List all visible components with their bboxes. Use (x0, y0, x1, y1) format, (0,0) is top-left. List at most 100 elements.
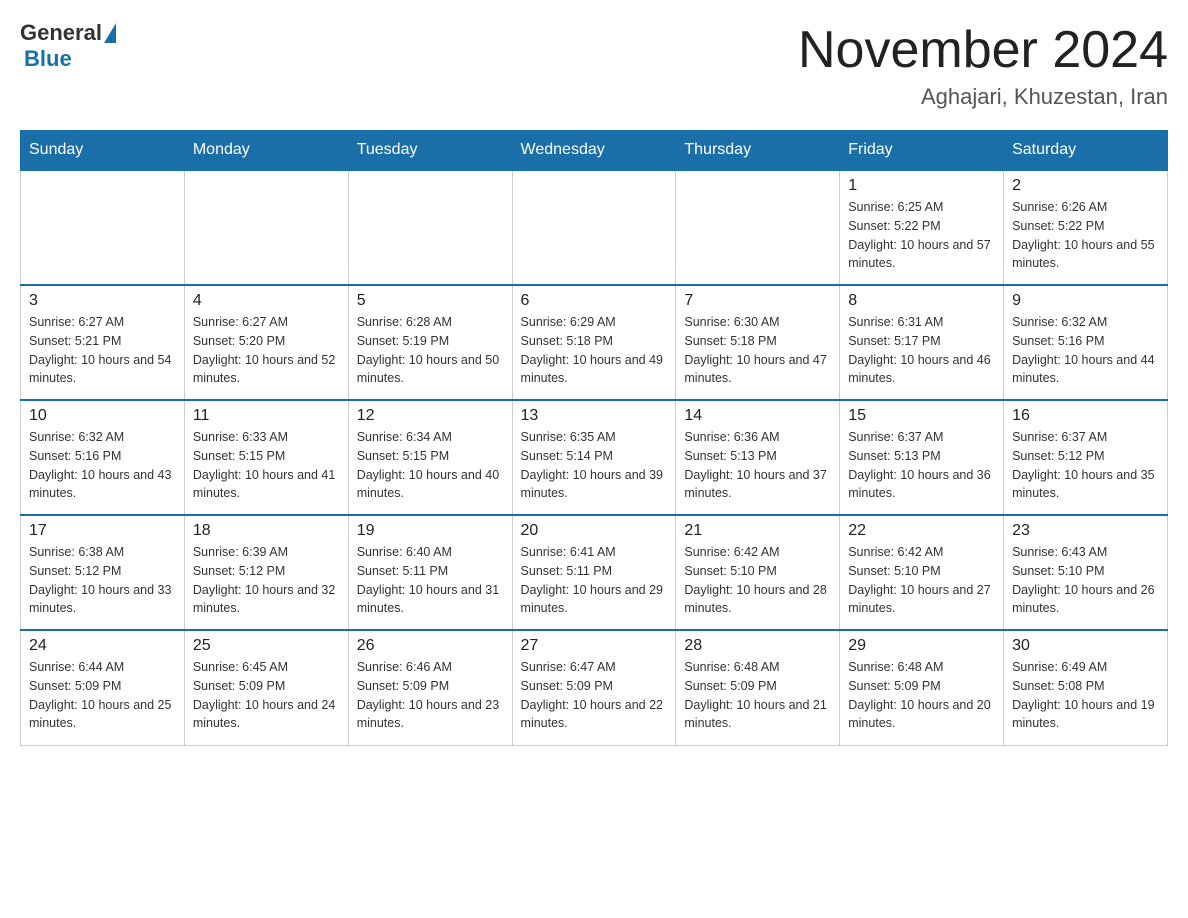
day-number: 30 (1012, 637, 1159, 655)
calendar-cell (184, 170, 348, 285)
calendar-cell: 21 Sunrise: 6:42 AMSunset: 5:10 PMDayligh… (676, 515, 840, 630)
calendar-cell: 7 Sunrise: 6:30 AMSunset: 5:18 PMDaylight… (676, 285, 840, 400)
week-row-1: 1 Sunrise: 6:25 AMSunset: 5:22 PMDaylight… (21, 170, 1168, 285)
day-info: Sunrise: 6:39 AMSunset: 5:12 PMDaylight:… (193, 543, 340, 618)
day-number: 13 (521, 407, 668, 425)
day-info: Sunrise: 6:45 AMSunset: 5:09 PMDaylight:… (193, 658, 340, 733)
day-number: 7 (684, 292, 831, 310)
day-number: 12 (357, 407, 504, 425)
calendar-header-row: Sunday Monday Tuesday Wednesday Thursday… (21, 131, 1168, 171)
day-info: Sunrise: 6:26 AMSunset: 5:22 PMDaylight:… (1012, 198, 1159, 273)
calendar-subtitle: Aghajari, Khuzestan, Iran (798, 84, 1168, 110)
day-info: Sunrise: 6:46 AMSunset: 5:09 PMDaylight:… (357, 658, 504, 733)
day-info: Sunrise: 6:29 AMSunset: 5:18 PMDaylight:… (521, 313, 668, 388)
day-info: Sunrise: 6:38 AMSunset: 5:12 PMDaylight:… (29, 543, 176, 618)
day-info: Sunrise: 6:27 AMSunset: 5:20 PMDaylight:… (193, 313, 340, 388)
day-info: Sunrise: 6:33 AMSunset: 5:15 PMDaylight:… (193, 428, 340, 503)
day-info: Sunrise: 6:34 AMSunset: 5:15 PMDaylight:… (357, 428, 504, 503)
calendar-cell: 14 Sunrise: 6:36 AMSunset: 5:13 PMDayligh… (676, 400, 840, 515)
day-info: Sunrise: 6:37 AMSunset: 5:12 PMDaylight:… (1012, 428, 1159, 503)
day-number: 16 (1012, 407, 1159, 425)
day-number: 25 (193, 637, 340, 655)
day-number: 29 (848, 637, 995, 655)
day-number: 1 (848, 177, 995, 195)
day-number: 3 (29, 292, 176, 310)
calendar-cell: 4 Sunrise: 6:27 AMSunset: 5:20 PMDaylight… (184, 285, 348, 400)
day-number: 26 (357, 637, 504, 655)
calendar-cell: 10 Sunrise: 6:32 AMSunset: 5:16 PMDayligh… (21, 400, 185, 515)
day-number: 15 (848, 407, 995, 425)
title-area: November 2024 Aghajari, Khuzestan, Iran (798, 20, 1168, 110)
header-monday: Monday (184, 131, 348, 171)
calendar-cell: 1 Sunrise: 6:25 AMSunset: 5:22 PMDaylight… (840, 170, 1004, 285)
day-number: 8 (848, 292, 995, 310)
calendar-cell (512, 170, 676, 285)
calendar-cell: 11 Sunrise: 6:33 AMSunset: 5:15 PMDayligh… (184, 400, 348, 515)
day-info: Sunrise: 6:47 AMSunset: 5:09 PMDaylight:… (521, 658, 668, 733)
calendar-cell: 18 Sunrise: 6:39 AMSunset: 5:12 PMDayligh… (184, 515, 348, 630)
calendar-cell: 5Sunrise: 6:28 AMSunset: 5:19 PMDaylight… (348, 285, 512, 400)
logo-general: General (20, 20, 102, 46)
calendar-cell: 6 Sunrise: 6:29 AMSunset: 5:18 PMDaylight… (512, 285, 676, 400)
calendar-cell: 28 Sunrise: 6:48 AMSunset: 5:09 PMDayligh… (676, 630, 840, 745)
day-number: 14 (684, 407, 831, 425)
day-info: Sunrise: 6:31 AMSunset: 5:17 PMDaylight:… (848, 313, 995, 388)
day-number: 9 (1012, 292, 1159, 310)
page-header: General Blue November 2024 Aghajari, Khu… (20, 20, 1168, 110)
header-friday: Friday (840, 131, 1004, 171)
header-sunday: Sunday (21, 131, 185, 171)
day-info: Sunrise: 6:36 AMSunset: 5:13 PMDaylight:… (684, 428, 831, 503)
week-row-3: 10 Sunrise: 6:32 AMSunset: 5:16 PMDayligh… (21, 400, 1168, 515)
day-info: Sunrise: 6:27 AMSunset: 5:21 PMDaylight:… (29, 313, 176, 388)
day-number: 19 (357, 522, 504, 540)
logo-blue: Blue (24, 46, 72, 71)
day-info: Sunrise: 6:32 AMSunset: 5:16 PMDaylight:… (29, 428, 176, 503)
header-thursday: Thursday (676, 131, 840, 171)
day-number: 21 (684, 522, 831, 540)
day-number: 18 (193, 522, 340, 540)
calendar-cell: 26 Sunrise: 6:46 AMSunset: 5:09 PMDayligh… (348, 630, 512, 745)
day-number: 24 (29, 637, 176, 655)
calendar-cell: 22Sunrise: 6:42 AMSunset: 5:10 PMDayligh… (840, 515, 1004, 630)
calendar-cell: 29 Sunrise: 6:48 AMSunset: 5:09 PMDayligh… (840, 630, 1004, 745)
day-number: 11 (193, 407, 340, 425)
calendar-cell (676, 170, 840, 285)
day-number: 4 (193, 292, 340, 310)
day-info: Sunrise: 6:49 AMSunset: 5:08 PMDaylight:… (1012, 658, 1159, 733)
header-wednesday: Wednesday (512, 131, 676, 171)
header-tuesday: Tuesday (348, 131, 512, 171)
calendar-cell: 2Sunrise: 6:26 AMSunset: 5:22 PMDaylight… (1004, 170, 1168, 285)
calendar-cell: 20Sunrise: 6:41 AMSunset: 5:11 PMDayligh… (512, 515, 676, 630)
calendar-title: November 2024 (798, 20, 1168, 80)
day-number: 28 (684, 637, 831, 655)
calendar-cell: 24 Sunrise: 6:44 AMSunset: 5:09 PMDayligh… (21, 630, 185, 745)
calendar-cell: 12 Sunrise: 6:34 AMSunset: 5:15 PMDayligh… (348, 400, 512, 515)
day-info: Sunrise: 6:25 AMSunset: 5:22 PMDaylight:… (848, 198, 995, 273)
day-info: Sunrise: 6:43 AMSunset: 5:10 PMDaylight:… (1012, 543, 1159, 618)
day-number: 23 (1012, 522, 1159, 540)
day-number: 10 (29, 407, 176, 425)
day-info: Sunrise: 6:42 AMSunset: 5:10 PMDaylight:… (684, 543, 831, 618)
calendar-cell: 9Sunrise: 6:32 AMSunset: 5:16 PMDaylight… (1004, 285, 1168, 400)
day-number: 5 (357, 292, 504, 310)
calendar-table: Sunday Monday Tuesday Wednesday Thursday… (20, 130, 1168, 746)
calendar-cell: 8 Sunrise: 6:31 AMSunset: 5:17 PMDaylight… (840, 285, 1004, 400)
calendar-cell (21, 170, 185, 285)
day-number: 6 (521, 292, 668, 310)
calendar-cell: 19Sunrise: 6:40 AMSunset: 5:11 PMDayligh… (348, 515, 512, 630)
week-row-2: 3 Sunrise: 6:27 AMSunset: 5:21 PMDaylight… (21, 285, 1168, 400)
day-info: Sunrise: 6:30 AMSunset: 5:18 PMDaylight:… (684, 313, 831, 388)
week-row-4: 17Sunrise: 6:38 AMSunset: 5:12 PMDayligh… (21, 515, 1168, 630)
day-number: 20 (521, 522, 668, 540)
calendar-cell: 15 Sunrise: 6:37 AMSunset: 5:13 PMDayligh… (840, 400, 1004, 515)
day-number: 22 (848, 522, 995, 540)
day-info: Sunrise: 6:48 AMSunset: 5:09 PMDaylight:… (848, 658, 995, 733)
day-info: Sunrise: 6:48 AMSunset: 5:09 PMDaylight:… (684, 658, 831, 733)
calendar-cell: 30 Sunrise: 6:49 AMSunset: 5:08 PMDayligh… (1004, 630, 1168, 745)
day-info: Sunrise: 6:44 AMSunset: 5:09 PMDaylight:… (29, 658, 176, 733)
calendar-cell (348, 170, 512, 285)
day-info: Sunrise: 6:37 AMSunset: 5:13 PMDaylight:… (848, 428, 995, 503)
day-number: 27 (521, 637, 668, 655)
calendar-cell: 16 Sunrise: 6:37 AMSunset: 5:12 PMDayligh… (1004, 400, 1168, 515)
logo: General Blue (20, 20, 116, 72)
